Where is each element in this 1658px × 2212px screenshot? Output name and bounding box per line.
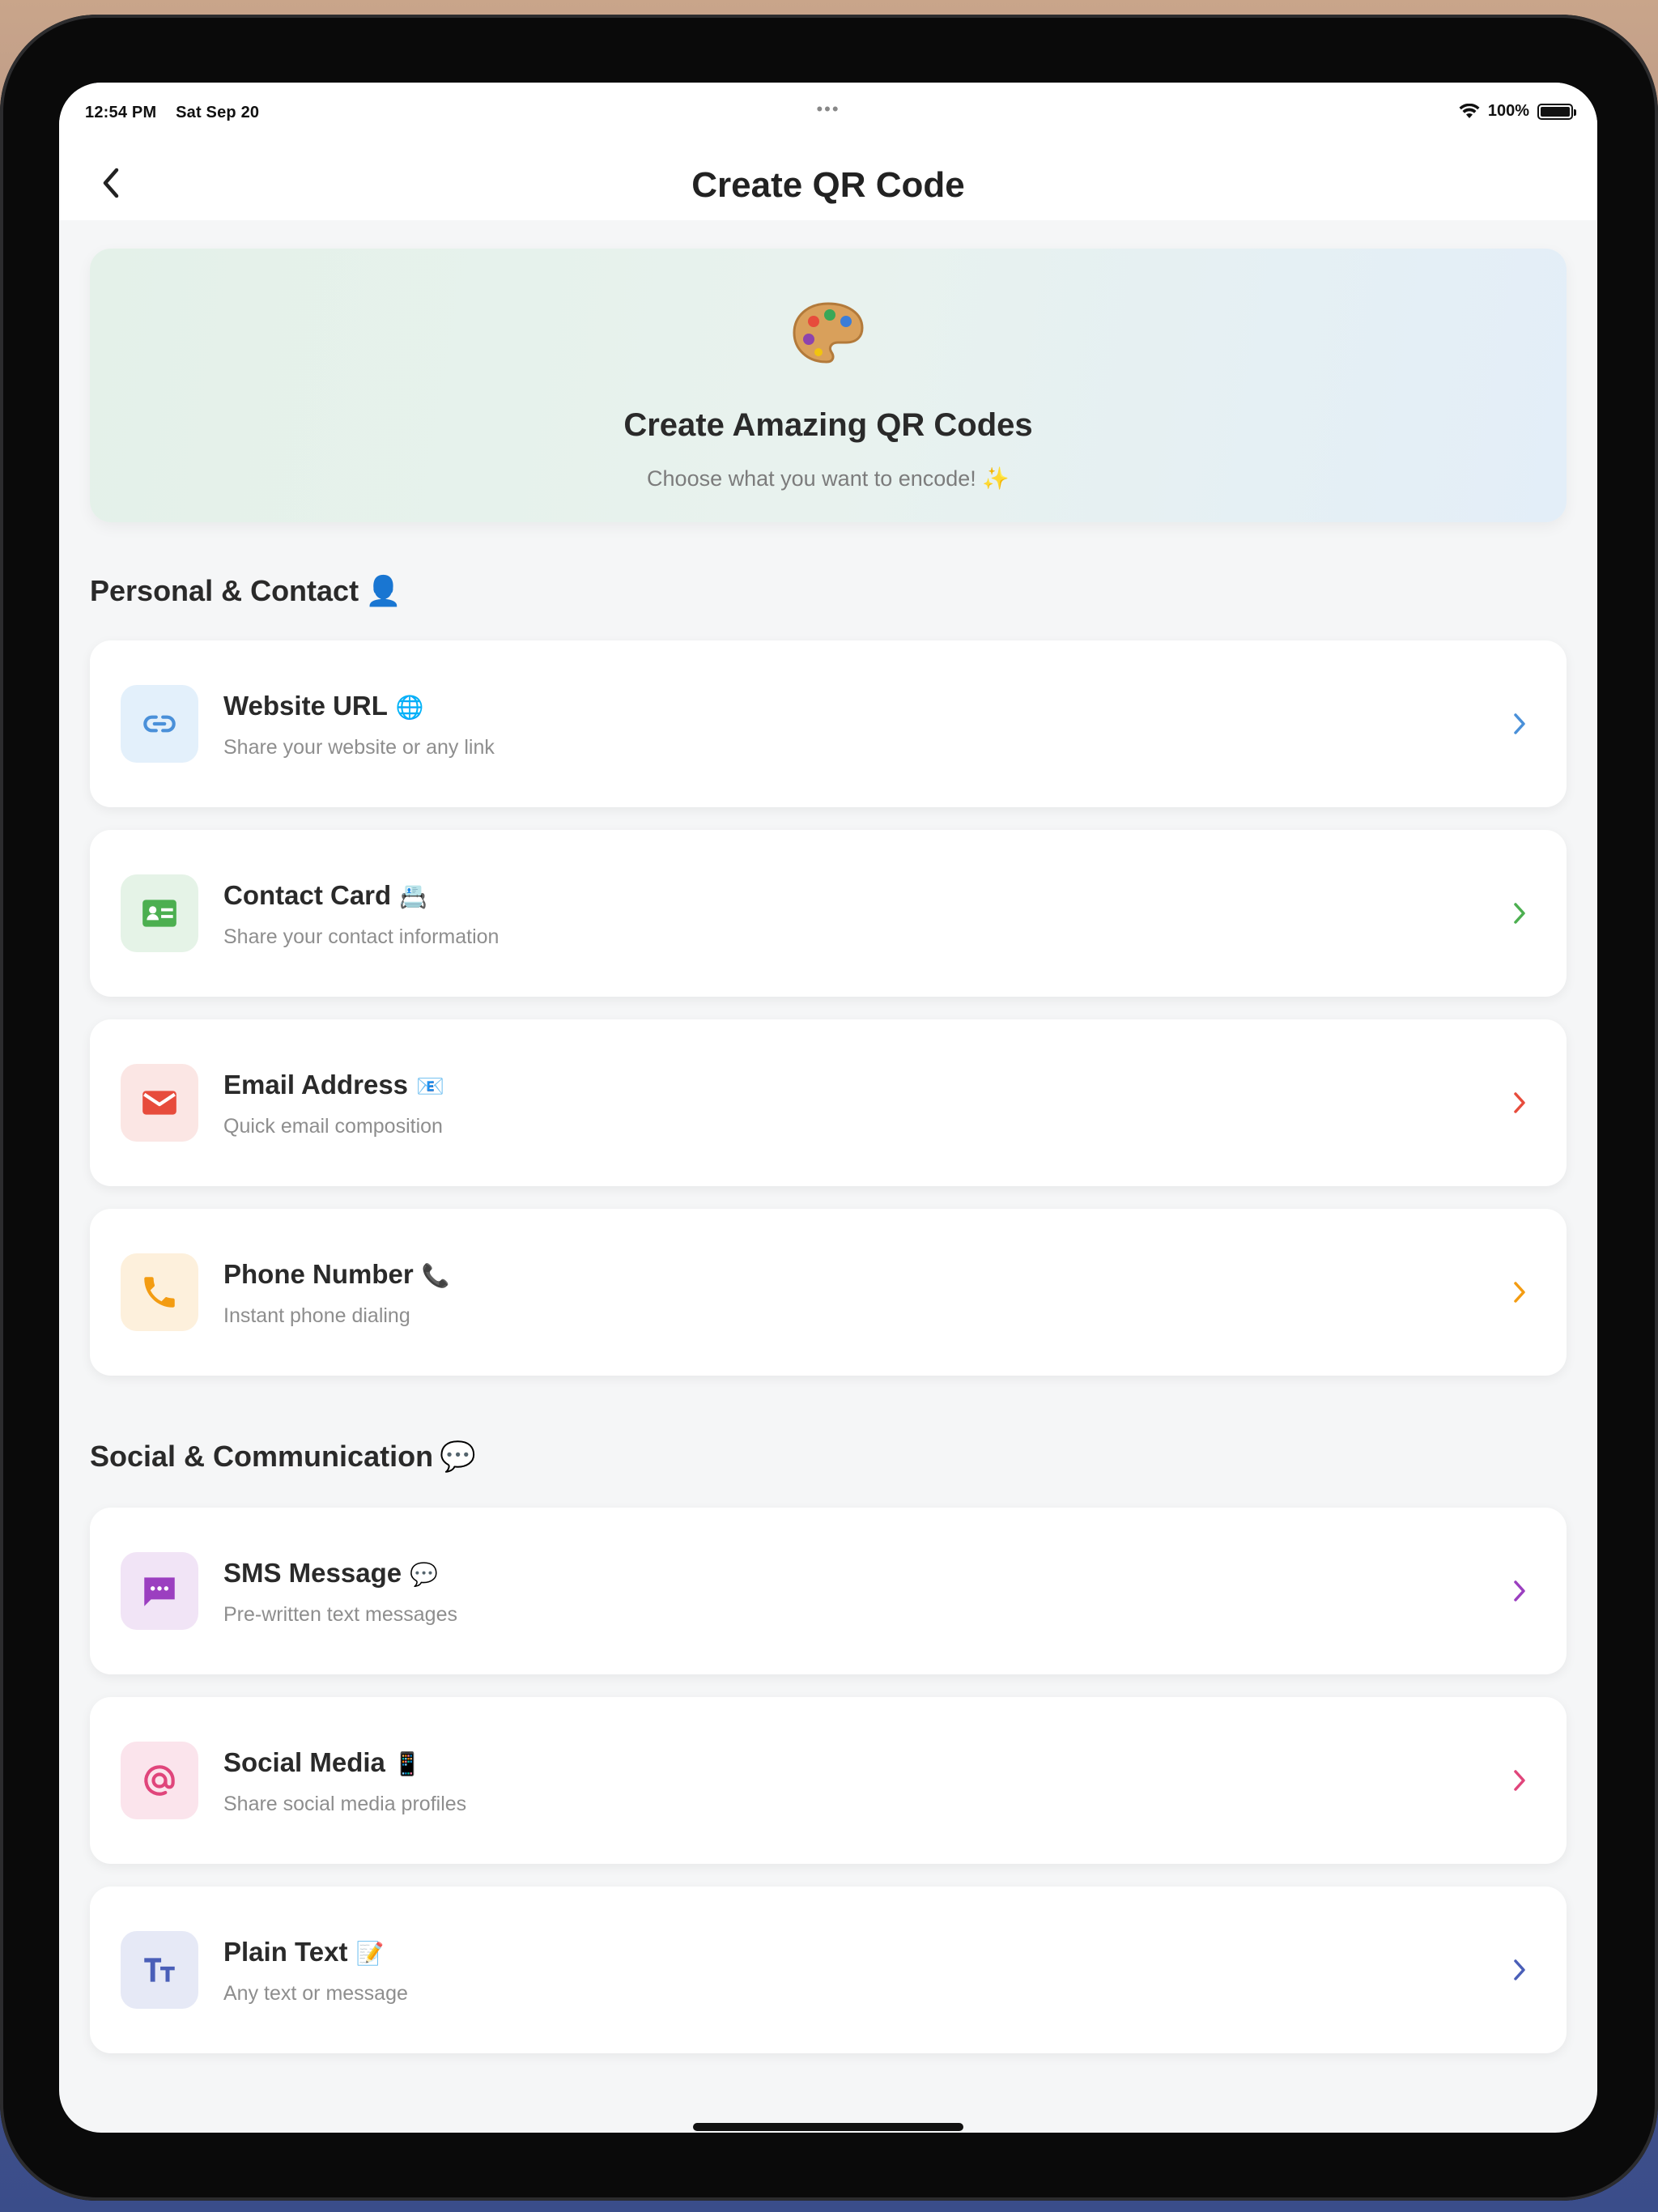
- option-title: Contact Card: [223, 880, 392, 910]
- speech-bubble-icon: 💬: [410, 1562, 438, 1587]
- sms-icon: [121, 1552, 198, 1630]
- option-title: SMS Message: [223, 1558, 402, 1588]
- contact-card-icon: [121, 874, 198, 952]
- at-sign-icon: [121, 1742, 198, 1819]
- hero-title: Create Amazing QR Codes: [623, 407, 1033, 443]
- option-phone-number[interactable]: Phone Number 📞 Instant phone dialing: [90, 1209, 1567, 1376]
- option-subtitle: Share your contact information: [223, 925, 500, 948]
- option-title: Social Media: [223, 1747, 385, 1777]
- option-sms-message[interactable]: SMS Message 💬 Pre-written text messages: [90, 1508, 1567, 1674]
- option-subtitle: Share your website or any link: [223, 736, 495, 759]
- globe-icon: 🌐: [395, 695, 424, 720]
- option-title: Website URL: [223, 691, 388, 721]
- link-icon: [121, 685, 198, 763]
- email-icon: [121, 1064, 198, 1142]
- chevron-right-icon: [1503, 897, 1536, 929]
- home-indicator[interactable]: [693, 2123, 963, 2131]
- envelope-icon: 📧: [416, 1074, 444, 1099]
- battery-icon: [1537, 103, 1576, 120]
- person-icon: 👤: [365, 574, 402, 607]
- chevron-right-icon: [1503, 1276, 1536, 1308]
- hero-subtitle: Choose what you want to encode! ✨: [647, 466, 1010, 491]
- option-subtitle: Share social media profiles: [223, 1793, 467, 1815]
- palette-icon: [789, 299, 867, 371]
- status-time: 12:54 PM: [85, 104, 157, 121]
- memo-icon: 📝: [355, 1941, 385, 1966]
- wifi-icon: [1459, 103, 1480, 118]
- telephone-icon: 📞: [421, 1263, 450, 1288]
- option-email-address[interactable]: Email Address 📧 Quick email composition: [90, 1019, 1567, 1186]
- status-bar: 12:54 PM Sat Sep 20 ••• 100%: [59, 83, 1597, 146]
- option-subtitle: Any text or message: [223, 1982, 408, 2005]
- option-subtitle: Instant phone dialing: [223, 1304, 410, 1327]
- option-plain-text[interactable]: Plain Text 📝 Any text or message: [90, 1887, 1567, 2053]
- page-title: Create QR Code: [691, 165, 965, 205]
- option-contact-card[interactable]: Contact Card 📇 Share your contact informa…: [90, 830, 1567, 997]
- card-index-icon: 📇: [399, 884, 428, 909]
- mobile-phone-icon: 📱: [393, 1751, 422, 1776]
- speech-bubble-icon: 💬: [440, 1440, 476, 1473]
- chevron-right-icon: [1503, 1575, 1536, 1607]
- option-website-url[interactable]: Website URL 🌐 Share your website or any l…: [90, 640, 1567, 807]
- chevron-right-icon: [1503, 1954, 1536, 1986]
- navigation-bar: Create QR Code: [59, 146, 1597, 220]
- battery-percent: 100%: [1487, 102, 1529, 120]
- phone-icon: [121, 1253, 198, 1331]
- option-social-media[interactable]: Social Media 📱 Share social media profile…: [90, 1697, 1567, 1864]
- ipad-frame: 12:54 PM Sat Sep 20 ••• 100% Create QR C…: [0, 15, 1658, 2201]
- status-date: Sat Sep 20: [176, 104, 260, 121]
- option-subtitle: Quick email composition: [223, 1115, 443, 1138]
- chevron-right-icon: [1503, 1764, 1536, 1797]
- hero-banner: Create Amazing QR Codes Choose what you …: [90, 249, 1567, 522]
- multitasking-dots[interactable]: •••: [816, 99, 840, 120]
- option-title: Plain Text: [223, 1937, 348, 1967]
- chevron-right-icon: [1503, 708, 1536, 740]
- section-header-personal-contact: Personal & Contact 👤: [90, 574, 402, 607]
- option-title: Phone Number: [223, 1259, 414, 1289]
- text-format-icon: [121, 1931, 198, 2009]
- chevron-right-icon: [1503, 1087, 1536, 1119]
- option-title: Email Address: [223, 1070, 409, 1100]
- option-subtitle: Pre-written text messages: [223, 1603, 457, 1626]
- section-header-social-communication: Social & Communication 💬: [90, 1440, 476, 1473]
- screen: 12:54 PM Sat Sep 20 ••• 100% Create QR C…: [59, 83, 1597, 2133]
